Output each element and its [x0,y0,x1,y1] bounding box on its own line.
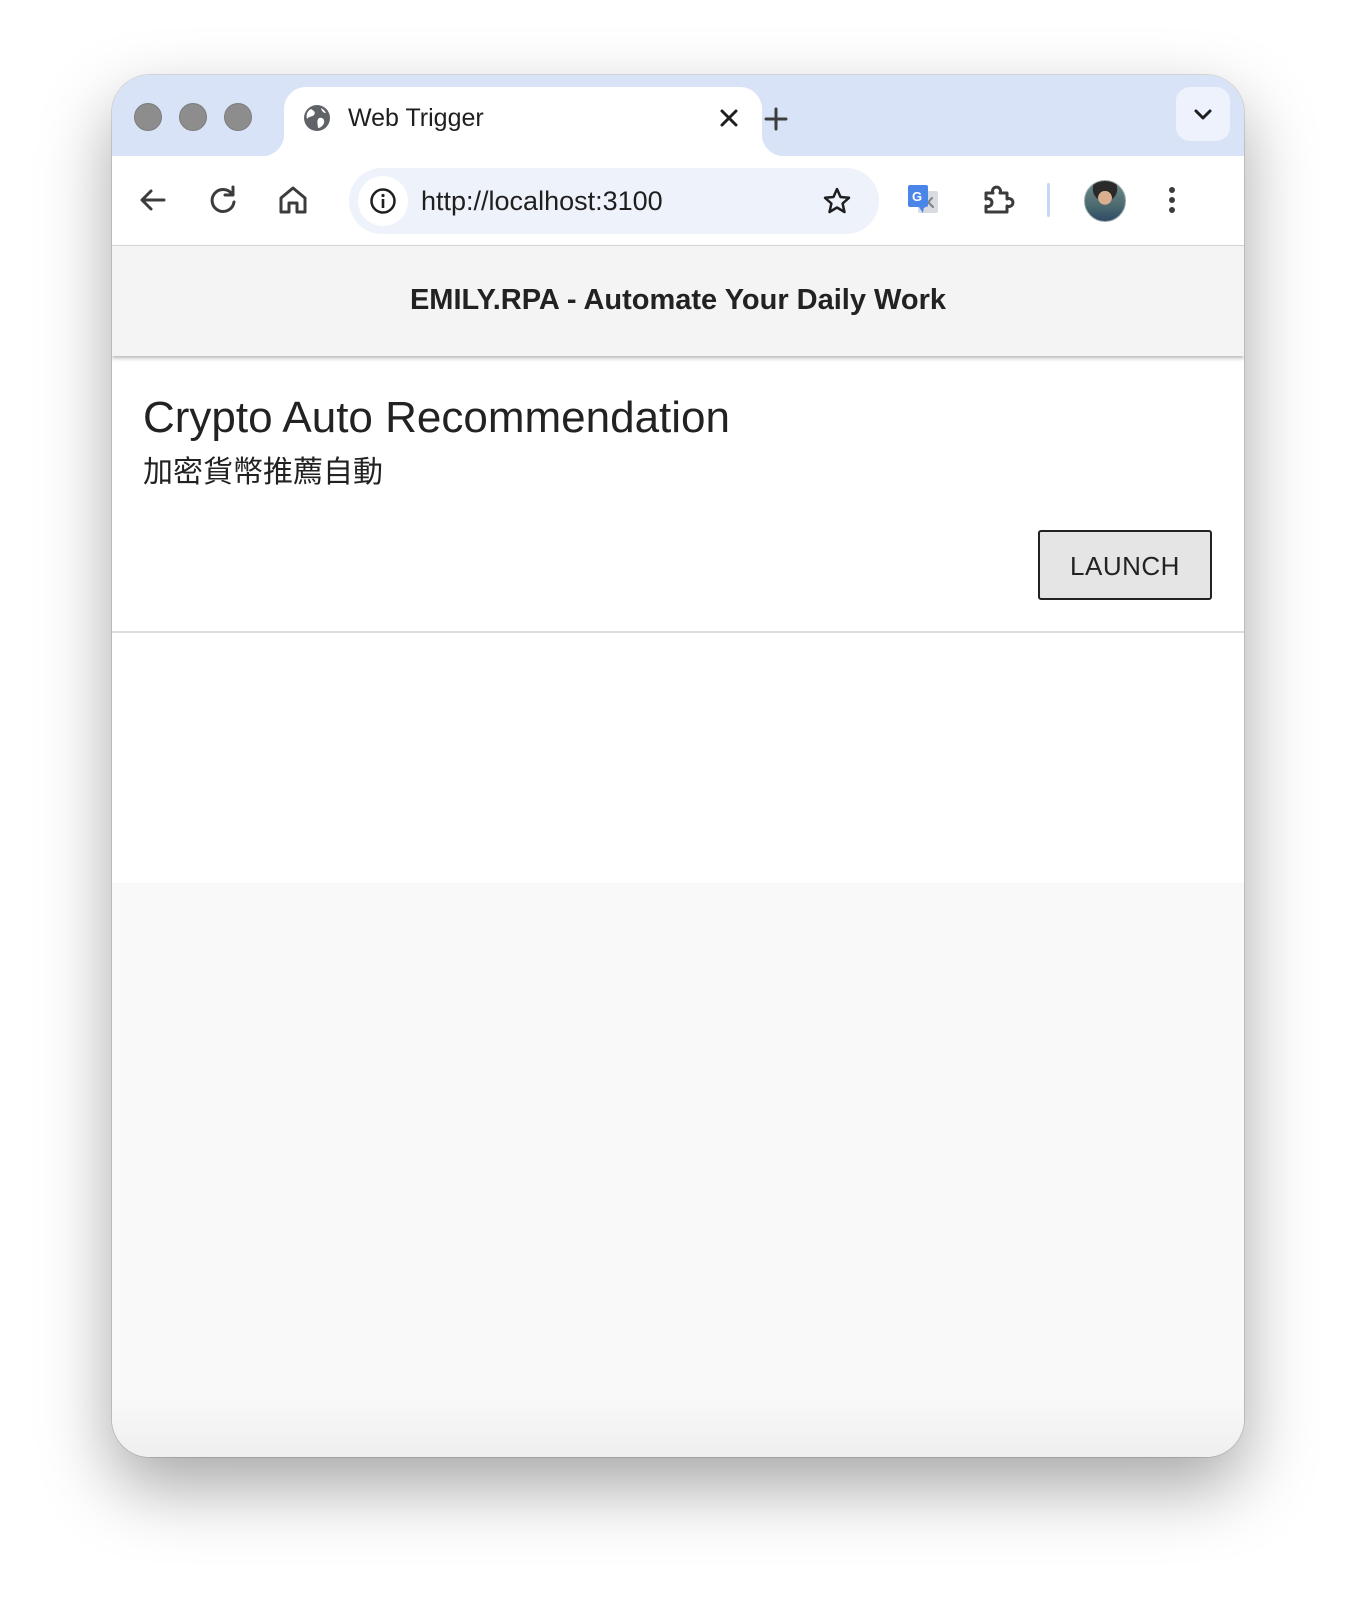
reload-icon[interactable] [203,180,243,220]
window-minimize-dot[interactable] [179,103,207,131]
more-menu-icon[interactable] [1152,180,1192,220]
url-text[interactable]: http://localhost:3100 [421,184,663,218]
site-info-button[interactable] [358,176,408,226]
tab-title: Web Trigger [348,104,484,132]
page-viewport: EMILY.RPA - Automate Your Daily Work Cry… [112,246,1244,1457]
address-bar[interactable]: http://localhost:3100 [349,168,879,234]
automation-card: Crypto Auto Recommendation 加密貨幣推薦自動 LAUN… [112,356,1244,883]
tab-web-trigger[interactable]: Web Trigger [262,87,784,156]
profile-avatar[interactable] [1084,180,1126,222]
launch-button[interactable]: LAUNCH [1038,530,1212,600]
toolbar-divider [1047,183,1050,217]
tab-strip: Web Trigger [112,75,1244,156]
card-subtitle: 加密貨幣推薦自動 [143,456,383,489]
google-translate-icon[interactable]: G [905,182,941,218]
close-icon[interactable] [714,103,744,133]
new-tab-plus-icon[interactable] [754,97,798,141]
app-title: EMILY.RPA - Automate Your Daily Work [409,284,947,316]
svg-text:G: G [912,189,922,204]
card-title: Crypto Auto Recommendation [143,393,730,442]
window-close-dot[interactable] [134,103,162,131]
globe-icon [304,105,330,131]
back-arrow-icon[interactable] [133,180,173,220]
window-zoom-dot[interactable] [224,103,252,131]
browser-toolbar: http://localhost:3100 G [112,156,1244,246]
bookmark-star-icon[interactable] [821,185,853,217]
page-bottom-edge [112,1397,1244,1457]
card-divider [112,631,1244,633]
app-header: EMILY.RPA - Automate Your Daily Work [112,246,1244,356]
info-icon [370,188,396,214]
browser-window: Web Trigger http://localhost:3100 G EMIL… [112,75,1244,1457]
home-icon[interactable] [273,180,313,220]
chevron-down-icon [1194,109,1212,120]
tab-search-button[interactable] [1176,87,1230,141]
extensions-puzzle-icon[interactable] [978,180,1018,220]
